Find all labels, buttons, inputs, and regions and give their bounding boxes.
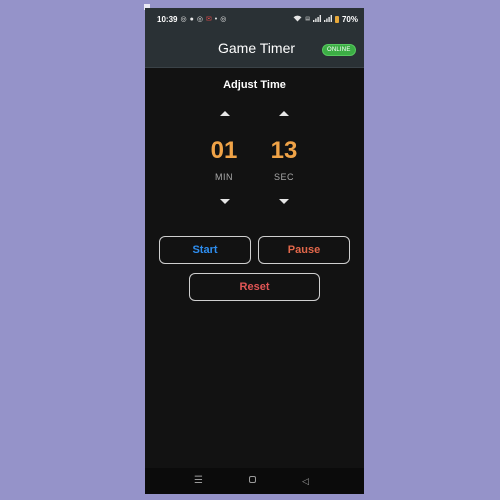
back-icon[interactable]: ◁ <box>302 475 309 487</box>
dot-icon: • <box>214 15 218 23</box>
seconds-decrement-arrow-icon[interactable] <box>279 199 289 204</box>
adjust-time-heading: Adjust Time <box>223 79 286 91</box>
status-badge: ONLINE <box>322 44 356 56</box>
mail-icon: ✉ <box>205 15 212 23</box>
minutes-increment-arrow-icon[interactable] <box>220 111 230 116</box>
volte-icon: ▤ <box>305 15 310 22</box>
chat-icon: ● <box>189 15 194 23</box>
whatsapp-icon: ◎ <box>220 15 227 23</box>
app-bar: Game Timer ONLINE <box>145 30 364 68</box>
status-time: 10:39 <box>157 14 178 24</box>
recents-icon[interactable]: ☰ <box>194 475 203 487</box>
phone-screen: 10:39 ◎ ● ◎ ✉ • ◎ ▤ 70% Game Timer ONLIN… <box>145 8 364 494</box>
whatsapp-icon: ◎ <box>196 15 203 23</box>
seconds-label: SEC <box>273 172 294 182</box>
start-button[interactable]: Start <box>159 236 251 264</box>
status-bar: 10:39 ◎ ● ◎ ✉ • ◎ ▤ 70% <box>145 8 364 30</box>
whatsapp-icon: ◎ <box>180 15 187 23</box>
app-title: Game Timer <box>218 40 296 56</box>
battery-icon <box>334 15 339 23</box>
minutes-value: 01 <box>210 137 238 164</box>
signal-icon <box>312 14 321 24</box>
pause-button[interactable]: Pause <box>258 236 350 264</box>
minutes-decrement-arrow-icon[interactable] <box>220 199 230 204</box>
seconds-value: 13 <box>270 137 298 164</box>
battery-percent: 70% <box>341 14 358 24</box>
seconds-increment-arrow-icon[interactable] <box>279 111 289 116</box>
reset-button[interactable]: Reset <box>189 273 320 301</box>
minutes-label: MIN <box>215 172 233 182</box>
status-left: 10:39 ◎ ● ◎ ✉ • ◎ <box>157 15 226 24</box>
home-icon[interactable] <box>249 476 256 483</box>
navigation-bar: ☰ ◁ <box>145 468 364 494</box>
status-right: ▤ 70% <box>293 14 358 24</box>
signal-icon <box>323 14 332 24</box>
wifi-icon <box>293 15 302 24</box>
